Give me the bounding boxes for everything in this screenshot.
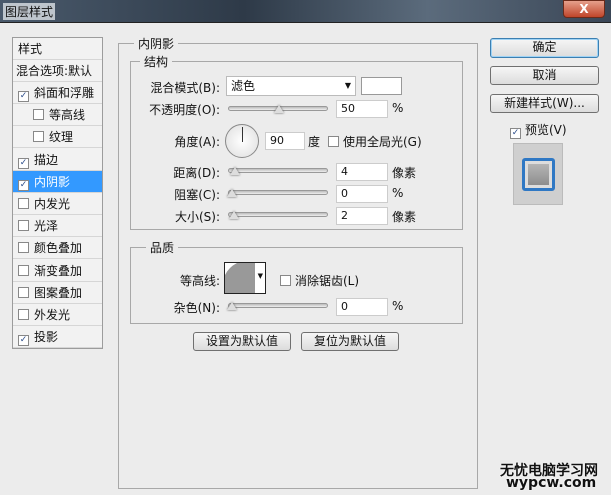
quality-label: 品质	[146, 239, 179, 256]
checkbox-icon[interactable]	[18, 286, 29, 298]
global-light-checkbox[interactable]: 使用全局光(G)	[328, 133, 422, 150]
distance-slider-thumb[interactable]	[230, 167, 240, 175]
new-style-button[interactable]: 新建样式(W)...	[490, 94, 599, 113]
distance-label: 距离(D):	[173, 166, 220, 180]
noise-slider-thumb[interactable]	[227, 302, 237, 310]
style-item-label: 颜色叠加	[34, 241, 83, 256]
shadow-color-swatch[interactable]	[361, 77, 402, 95]
make-default-button[interactable]: 设置为默认值	[193, 332, 291, 351]
opacity-slider[interactable]	[228, 105, 328, 113]
distance-unit: 像素	[392, 166, 417, 180]
style-item-label: 描边	[34, 152, 59, 167]
noise-input[interactable]: 0	[336, 298, 388, 316]
size-label: 大小(S):	[174, 210, 220, 224]
styles-list: 样式 混合选项:默认 ✓ 斜面和浮雕等高线纹理 ✓ 描边 ✓ 内阴影内发光光泽颜色叠加渐变…	[12, 37, 103, 349]
checkbox-icon[interactable]	[18, 198, 29, 209]
ok-button[interactable]: 确定	[490, 38, 599, 58]
style-item[interactable]: ✓ 内阴影	[13, 170, 102, 193]
checkbox-icon[interactable]	[33, 109, 44, 121]
checkbox-icon[interactable]	[18, 309, 29, 320]
style-item[interactable]: 等高线	[13, 104, 102, 127]
anti-alias-checkbox[interactable]: 消除锯齿(L)	[280, 272, 359, 289]
checkbox-icon[interactable]	[18, 242, 29, 254]
contour-picker[interactable]: ▼	[224, 262, 266, 294]
style-item-label: 斜面和浮雕	[34, 86, 95, 100]
close-button[interactable]: X	[563, 0, 605, 18]
checkbox-icon[interactable]: ✓	[18, 157, 29, 169]
checkbox-icon[interactable]	[280, 275, 291, 286]
structure-label: 结构	[140, 53, 173, 70]
cancel-button[interactable]: 取消	[490, 66, 599, 85]
title-bar	[0, 0, 611, 23]
opacity-label: 不透明度(O):	[149, 103, 220, 117]
style-item[interactable]: 颜色叠加	[13, 237, 102, 260]
style-item[interactable]: ✓ 斜面和浮雕	[13, 82, 102, 104]
choke-unit: %	[392, 186, 404, 200]
style-item[interactable]: 外发光	[13, 304, 102, 326]
style-item[interactable]: 渐变叠加	[13, 260, 102, 282]
style-item[interactable]: ✓ 描边	[13, 149, 102, 171]
checkbox-icon[interactable]	[328, 136, 339, 147]
global-light-label: 使用全局光(G)	[343, 135, 422, 149]
checkbox-icon[interactable]: ✓	[18, 179, 29, 191]
opacity-slider-thumb[interactable]	[274, 105, 284, 113]
style-item-label: 渐变叠加	[34, 263, 83, 278]
angle-unit: 度	[308, 135, 321, 149]
preview-checkbox[interactable]: ✓ 预览(V)	[510, 121, 567, 139]
contour-label: 等高线:	[179, 274, 220, 288]
opacity-input[interactable]: 50	[336, 100, 388, 118]
style-item-label: 图案叠加	[34, 285, 83, 300]
style-item[interactable]: 内发光	[13, 193, 102, 215]
choke-slider[interactable]	[227, 189, 328, 197]
preview-label: 预览(V)	[525, 123, 567, 137]
choke-slider-thumb[interactable]	[227, 189, 237, 197]
blend-mode-value: 滤色	[231, 79, 256, 93]
reset-default-button[interactable]: 复位为默认值	[301, 332, 399, 351]
style-item-label: 内阴影	[34, 174, 71, 189]
noise-slider[interactable]	[227, 302, 328, 310]
noise-unit: %	[392, 299, 404, 313]
styles-header[interactable]: 样式	[13, 38, 102, 60]
style-item[interactable]: 光泽	[13, 215, 102, 238]
choke-input[interactable]: 0	[336, 185, 388, 203]
style-item-label: 外发光	[34, 308, 71, 322]
chevron-down-icon: ▼	[344, 81, 351, 90]
blending-options[interactable]: 混合选项:默认	[13, 60, 102, 82]
opacity-unit: %	[392, 101, 404, 115]
angle-dial[interactable]	[225, 124, 259, 158]
angle-input[interactable]: 90	[265, 132, 305, 150]
checkbox-icon[interactable]: ✓	[18, 335, 29, 347]
style-preview-thumbnail	[513, 143, 563, 205]
size-slider[interactable]	[228, 211, 328, 219]
style-item-label: 光泽	[34, 219, 59, 234]
distance-input[interactable]: 4	[336, 163, 388, 181]
style-item[interactable]: ✓ 投影	[13, 326, 102, 349]
style-item-label: 等高线	[49, 108, 86, 123]
size-slider-thumb[interactable]	[229, 211, 239, 219]
noise-label: 杂色(N):	[173, 301, 220, 315]
checkbox-icon[interactable]: ✓	[510, 128, 521, 139]
size-input[interactable]: 2	[336, 207, 388, 225]
style-item[interactable]: 图案叠加	[13, 282, 102, 304]
panel-title: 内阴影	[134, 35, 179, 52]
choke-label: 阻塞(C):	[174, 188, 220, 202]
blend-mode-label: 混合模式(B):	[150, 81, 220, 95]
watermark-url: wypcw.com	[506, 475, 597, 491]
window-title: 图层样式	[3, 3, 56, 20]
style-item[interactable]: 纹理	[13, 126, 102, 149]
checkbox-icon[interactable]: ✓	[18, 91, 29, 102]
angle-label: 角度(A):	[174, 135, 220, 149]
blend-mode-select[interactable]: 滤色 ▼	[226, 76, 356, 96]
checkbox-icon[interactable]	[18, 264, 29, 276]
distance-slider[interactable]	[228, 167, 328, 175]
checkbox-icon[interactable]	[18, 220, 29, 232]
style-item-label: 投影	[34, 330, 59, 345]
style-item-label: 内发光	[34, 197, 71, 211]
style-item-label: 纹理	[49, 130, 74, 145]
anti-alias-label: 消除锯齿(L)	[295, 274, 360, 288]
checkbox-icon[interactable]	[33, 131, 44, 143]
chevron-down-icon: ▼	[257, 272, 263, 280]
size-unit: 像素	[392, 210, 417, 224]
